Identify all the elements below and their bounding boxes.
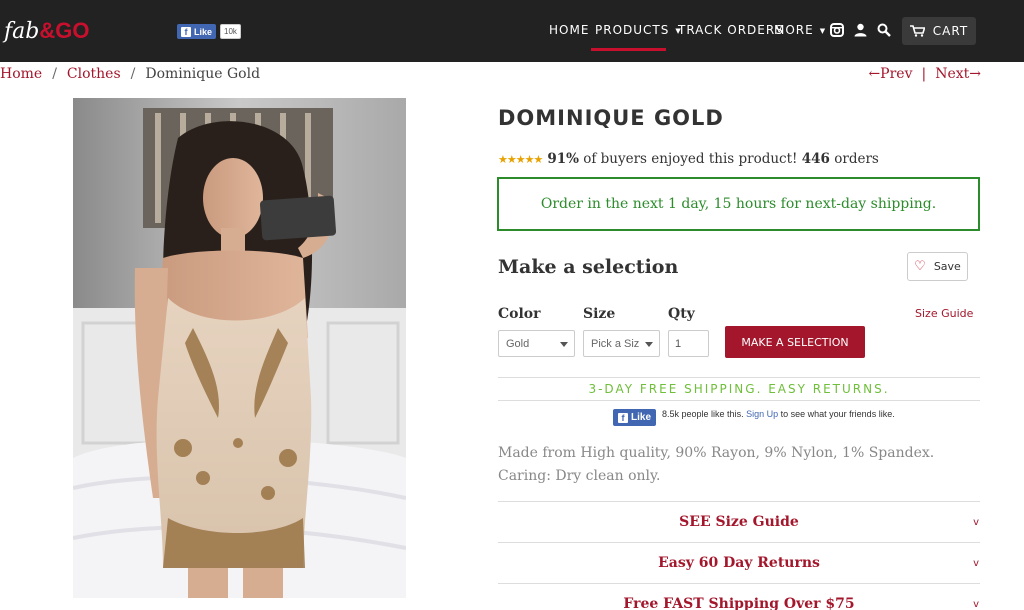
cart-icon — [909, 25, 925, 37]
facebook-like-button[interactable]: f Like — [613, 409, 657, 426]
product-pager: ←Prev | Next→ — [868, 66, 981, 82]
facebook-thumb-icon: f — [618, 412, 628, 423]
facebook-social-widget: f Like 8.5k people like this. Sign Up to… — [613, 409, 907, 426]
size-label: Size — [583, 306, 616, 322]
chevron-down-icon — [560, 342, 568, 347]
size-select[interactable]: Pick a Siz — [583, 330, 660, 357]
nav-products[interactable]: PRODUCTS ▼ — [595, 23, 682, 37]
color-select[interactable]: Gold — [498, 330, 575, 357]
accordion-returns[interactable]: Easy 60 Day Returns v — [498, 543, 980, 583]
brand-logo[interactable]: fab &GO — [4, 14, 89, 48]
chevron-down-icon: ▼ — [819, 26, 827, 35]
breadcrumb: Home / Clothes / Dominique Gold — [0, 66, 260, 82]
chevron-down-icon: v — [973, 516, 979, 528]
instagram-icon[interactable] — [830, 22, 844, 41]
save-label: Save — [933, 260, 961, 273]
accordion-size-guide-label: SEE Size Guide — [679, 514, 799, 530]
product-image[interactable] — [73, 98, 406, 598]
facebook-like-widget: f Like 10k — [177, 24, 241, 39]
facebook-social-text: 8.5k people like this. Sign Up to see wh… — [662, 409, 907, 420]
nav-more-label: MORE — [774, 23, 814, 37]
logo-go-text: &GO — [39, 18, 90, 43]
nav-track-orders[interactable]: TRACK ORDERS — [678, 23, 784, 37]
star-rating-icon: ★★★★★ — [498, 152, 543, 166]
shipping-countdown-notice: Order in the next 1 day, 15 hours for ne… — [497, 177, 980, 231]
facebook-like-count-text: 8.5k people like this. — [662, 409, 744, 419]
color-label: Color — [498, 306, 541, 322]
accordion-size-guide[interactable]: SEE Size Guide v — [498, 502, 980, 542]
next-link[interactable]: Next→ — [935, 66, 981, 82]
prev-link[interactable]: ←Prev — [868, 66, 912, 82]
size-select-value: Pick a Siz — [591, 337, 640, 350]
chevron-down-icon: v — [973, 598, 979, 610]
quantity-input[interactable]: 1 — [668, 330, 709, 357]
breadcrumb-separator: / — [52, 66, 57, 82]
size-guide-link[interactable]: Size Guide — [915, 307, 973, 320]
facebook-like-label: Like — [194, 26, 213, 37]
rating-text: of buyers enjoyed this product! — [583, 151, 798, 167]
breadcrumb-separator: / — [130, 66, 136, 82]
facebook-like-count: 10k — [220, 24, 241, 39]
rating-percent: 91% — [547, 151, 579, 167]
logo-fab-text: fab — [4, 18, 40, 44]
heart-icon: ♡ — [914, 259, 926, 274]
facebook-social-suffix: to see what your friends like. — [780, 409, 895, 419]
top-nav-bar: fab &GO f Like 10k HOME PRODUCTS ▼ TRACK O… — [0, 0, 1024, 62]
nav-more[interactable]: MORE ▼ — [774, 23, 826, 37]
chevron-down-icon: v — [973, 557, 979, 569]
chevron-down-icon — [645, 342, 653, 347]
divider — [498, 400, 980, 401]
breadcrumb-home[interactable]: Home — [0, 66, 42, 82]
orders-count: 446 — [801, 151, 830, 167]
pager-separator: | — [921, 66, 927, 82]
breadcrumb-clothes[interactable]: Clothes — [67, 66, 121, 82]
nav-active-indicator — [591, 48, 666, 51]
facebook-like-label: Like — [631, 412, 652, 423]
free-shipping-banner: 3-DAY FREE SHIPPING. EASY RETURNS. — [588, 382, 890, 396]
accordion-free-shipping-label: Free FAST Shipping Over $75 — [623, 596, 855, 610]
cart-label: CART — [932, 24, 969, 38]
nav-home[interactable]: HOME — [549, 23, 589, 37]
color-select-value: Gold — [506, 337, 530, 350]
product-rating: ★★★★★ 91% of buyers enjoyed this product… — [498, 151, 879, 167]
cart-button[interactable]: CART — [902, 17, 976, 45]
facebook-icon: f — [181, 26, 191, 37]
facebook-like-button[interactable]: f Like — [177, 24, 217, 39]
accordion-free-shipping[interactable]: Free FAST Shipping Over $75 v — [498, 584, 980, 610]
make-selection-heading: Make a selection — [498, 256, 679, 278]
qty-label: Qty — [668, 306, 695, 322]
product-title: DOMINIQUE GOLD — [498, 106, 724, 130]
accordion-returns-label: Easy 60 Day Returns — [658, 555, 820, 571]
facebook-signup-link[interactable]: Sign Up — [746, 409, 778, 419]
save-button[interactable]: ♡ Save — [907, 252, 968, 281]
breadcrumb-current: Dominique Gold — [145, 66, 261, 82]
search-icon[interactable] — [877, 22, 891, 41]
product-description: Made from High quality, 90% Rayon, 9% Ny… — [498, 445, 935, 484]
orders-label: orders — [834, 151, 879, 167]
user-icon[interactable] — [854, 22, 867, 41]
divider — [498, 377, 980, 378]
nav-products-label: PRODUCTS — [595, 23, 670, 37]
make-selection-button[interactable]: MAKE A SELECTION — [725, 326, 865, 358]
